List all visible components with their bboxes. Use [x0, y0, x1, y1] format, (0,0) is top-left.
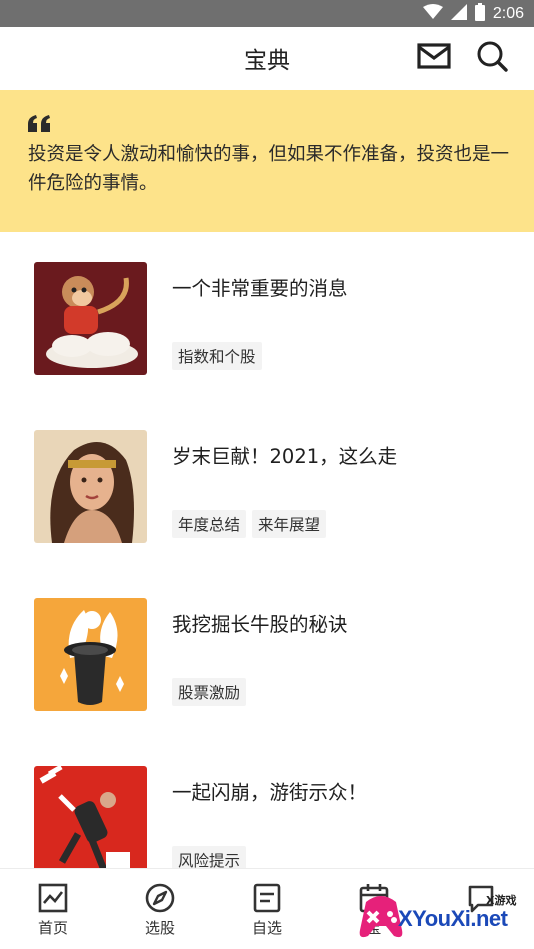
page-title: 宝典 — [244, 48, 290, 74]
status-icons: 2:06 — [422, 3, 524, 25]
wifi-icon — [422, 4, 443, 24]
article-item[interactable]: 我挖掘长牛股的秘诀 股票激励 — [0, 568, 534, 736]
status-time: 2:06 — [492, 5, 524, 22]
list-icon — [252, 883, 282, 913]
article-title: 我挖掘长牛股的秘诀 — [172, 613, 348, 636]
article-title: 一个非常重要的消息 — [172, 277, 348, 300]
article-tag[interactable]: 股票激励 — [172, 678, 247, 706]
search-icon — [476, 40, 508, 76]
article-tag[interactable]: 指数和个股 — [172, 342, 262, 370]
status-bar: 2:06 — [0, 0, 534, 27]
article-thumbnail — [34, 430, 147, 543]
nav-label: 选股 — [144, 919, 175, 937]
header: 宝典 — [0, 27, 534, 90]
quote-banner: 投资是令人激动和愉快的事，但如果不作准备，投资也是一件危险的事情。 — [0, 90, 534, 232]
battery-icon — [474, 3, 485, 25]
article-tags: 股票激励 — [172, 678, 247, 706]
article-item[interactable]: 岁末巨献！2021，这么走 年度总结 来年展望 — [0, 400, 534, 568]
search-button[interactable] — [474, 41, 510, 75]
mail-icon — [417, 43, 451, 73]
article-tag[interactable]: 年度总结 — [172, 510, 247, 538]
quote-icon — [26, 114, 54, 138]
article-tags: 指数和个股 — [172, 342, 262, 370]
watermark: X游戏 XYouXi.net — [358, 884, 528, 946]
nav-label: 自选 — [251, 919, 282, 937]
article-item[interactable]: 一个非常重要的消息 指数和个股 — [0, 232, 534, 400]
nav-item-stock-picker[interactable]: 选股 — [120, 869, 200, 949]
watermark-site-text: XYouXi.net — [398, 906, 508, 931]
nav-item-watchlist[interactable]: 自选 — [227, 869, 307, 949]
message-button[interactable] — [416, 41, 452, 75]
article-tag[interactable]: 来年展望 — [252, 510, 327, 538]
quote-text: 投资是令人激动和愉快的事，但如果不作准备，投资也是一件危险的事情。 — [28, 144, 510, 194]
signal-icon — [450, 4, 467, 24]
chart-icon — [38, 883, 68, 913]
article-title: 一起闪崩，游街示众！ — [172, 781, 368, 804]
article-thumbnail — [34, 598, 147, 711]
nav-item-home[interactable]: 首页 — [13, 869, 93, 949]
compass-icon — [145, 883, 175, 913]
article-thumbnail — [34, 262, 147, 375]
nav-label: 首页 — [37, 919, 68, 937]
article-title: 岁末巨献！2021，这么走 — [172, 445, 398, 468]
article-tags: 年度总结 来年展望 — [172, 510, 327, 538]
article-thumbnail — [34, 766, 147, 879]
